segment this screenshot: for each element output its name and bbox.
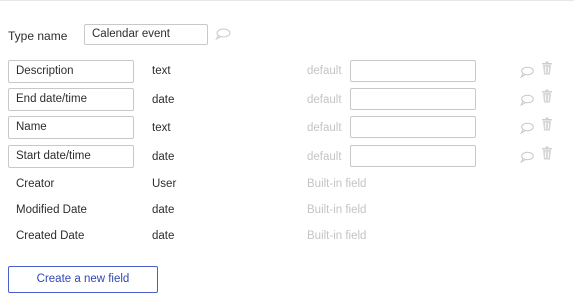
builtin-field-name: Modified Date xyxy=(16,204,87,216)
builtin-field-row: Modified Date date Built-in field xyxy=(0,204,574,220)
builtin-field-name: Creator xyxy=(16,178,55,190)
field-type[interactable]: text xyxy=(152,122,171,134)
builtin-field-type: date xyxy=(152,204,175,216)
default-value-input[interactable] xyxy=(350,116,476,138)
builtin-field-row: Creator User Built-in field xyxy=(0,178,574,194)
field-name-input[interactable]: Start date/time xyxy=(8,145,134,168)
default-label: default xyxy=(307,151,342,163)
default-value-input[interactable] xyxy=(350,145,476,167)
field-name-input[interactable]: Description xyxy=(8,60,134,83)
field-row: Start date/time date default xyxy=(0,145,574,169)
default-label: default xyxy=(307,65,342,77)
field-row: Name text default xyxy=(0,116,574,140)
field-name-input[interactable]: Name xyxy=(8,116,134,139)
trash-icon[interactable] xyxy=(541,146,553,160)
default-value-input[interactable] xyxy=(350,88,476,110)
create-new-field-button[interactable]: Create a new field xyxy=(8,266,158,293)
builtin-field-type: User xyxy=(152,178,177,190)
field-name-input[interactable]: End date/time xyxy=(8,88,134,111)
builtin-field-name: Created Date xyxy=(16,230,85,242)
field-type[interactable]: date xyxy=(152,151,174,163)
type-name-label: Type name xyxy=(8,29,68,43)
speech-bubble-icon[interactable] xyxy=(215,28,231,40)
trash-icon[interactable] xyxy=(541,89,553,103)
field-type[interactable]: date xyxy=(152,94,174,106)
builtin-field-note: Built-in field xyxy=(307,230,367,242)
default-label: default xyxy=(307,94,342,106)
builtin-field-row: Created Date date Built-in field xyxy=(0,230,574,246)
speech-bubble-icon[interactable] xyxy=(520,151,534,163)
builtin-field-note: Built-in field xyxy=(307,204,367,216)
field-row: Description text default xyxy=(0,60,574,84)
default-label: default xyxy=(307,122,342,134)
type-name-input[interactable]: Calendar event xyxy=(84,24,208,45)
builtin-field-type: date xyxy=(152,230,175,242)
speech-bubble-icon[interactable] xyxy=(520,94,534,106)
type-name-row: Type name Calendar event xyxy=(0,22,574,46)
field-type[interactable]: text xyxy=(152,65,171,77)
trash-icon[interactable] xyxy=(541,117,553,131)
builtin-field-note: Built-in field xyxy=(307,178,367,190)
top-divider xyxy=(0,0,574,1)
speech-bubble-icon[interactable] xyxy=(520,122,534,134)
field-row: End date/time date default xyxy=(0,88,574,112)
default-value-input[interactable] xyxy=(350,60,476,82)
speech-bubble-icon[interactable] xyxy=(520,66,534,78)
trash-icon[interactable] xyxy=(541,61,553,75)
